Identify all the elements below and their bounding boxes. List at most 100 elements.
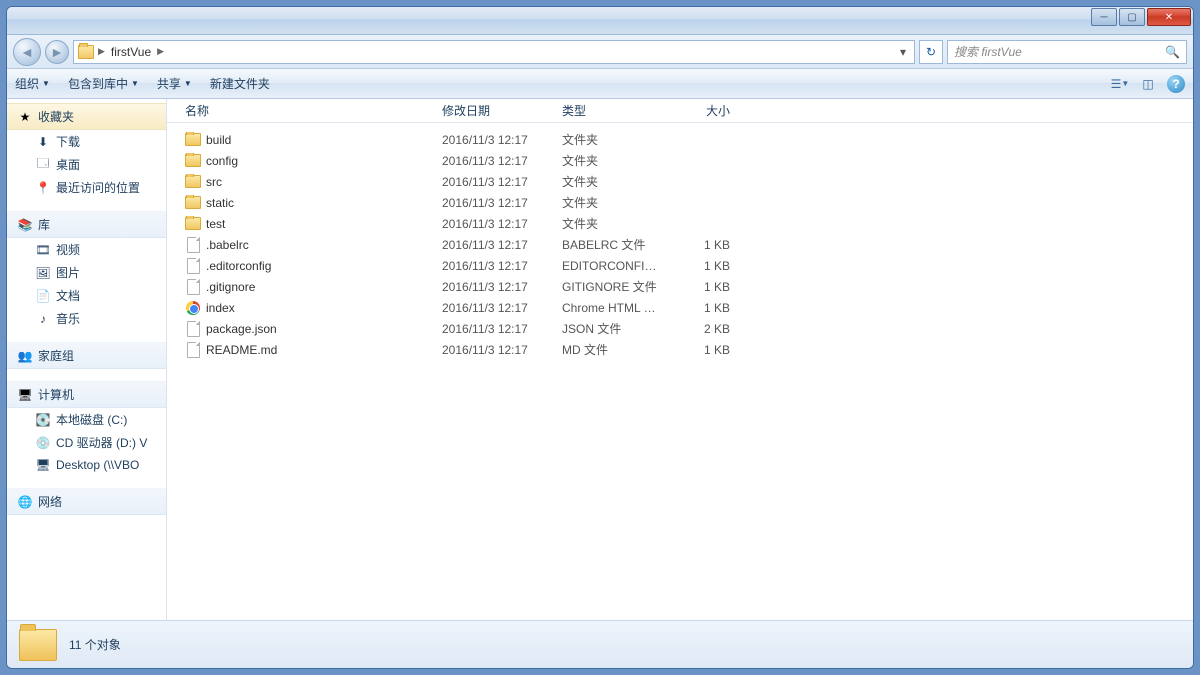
address-dropdown[interactable]: ▾ bbox=[896, 45, 910, 59]
sidebar-homegroup[interactable]: 👥 家庭组 bbox=[7, 342, 166, 369]
sidebar-libraries[interactable]: 📚 库 bbox=[7, 211, 166, 238]
file-name: test bbox=[177, 216, 434, 232]
file-list[interactable]: build 2016/11/3 12:17 文件夹 config 2016/11… bbox=[167, 123, 1193, 620]
include-menu[interactable]: 包含到库中▼ bbox=[68, 75, 139, 92]
file-date: 2016/11/3 12:17 bbox=[434, 322, 554, 336]
file-date: 2016/11/3 12:17 bbox=[434, 343, 554, 357]
file-row[interactable]: index 2016/11/3 12:17 Chrome HTML D... 1… bbox=[167, 297, 1193, 318]
file-name: static bbox=[177, 195, 434, 211]
file-date: 2016/11/3 12:17 bbox=[434, 217, 554, 231]
nav-icon: 💽 bbox=[35, 412, 51, 428]
sidebar-item[interactable]: 🎞视频 bbox=[7, 238, 166, 261]
folder-icon bbox=[185, 154, 201, 167]
file-name: src bbox=[177, 174, 434, 190]
sidebar-item[interactable]: 📄文档 bbox=[7, 284, 166, 307]
sidebar-favorites[interactable]: ★ 收藏夹 bbox=[7, 103, 166, 130]
file-icon bbox=[187, 258, 200, 274]
file-row[interactable]: test 2016/11/3 12:17 文件夹 bbox=[167, 213, 1193, 234]
address-bar[interactable]: ▶ firstVue ▶ ▾ bbox=[73, 40, 915, 64]
file-type: 文件夹 bbox=[554, 131, 668, 148]
sidebar-item[interactable]: 💿CD 驱动器 (D:) V bbox=[7, 431, 166, 454]
sidebar-item[interactable]: 💽本地磁盘 (C:) bbox=[7, 408, 166, 431]
file-date: 2016/11/3 12:17 bbox=[434, 196, 554, 210]
column-date[interactable]: 修改日期 bbox=[434, 102, 554, 119]
folder-icon bbox=[185, 217, 201, 230]
chevron-right-icon[interactable]: ▶ bbox=[98, 46, 105, 57]
breadcrumb-folder[interactable]: firstVue bbox=[109, 45, 153, 59]
sidebar-item[interactable]: 🖼图片 bbox=[7, 261, 166, 284]
maximize-button[interactable]: ▢ bbox=[1119, 8, 1145, 26]
column-headers: 名称 修改日期 类型 大小 bbox=[167, 99, 1193, 123]
file-row[interactable]: README.md 2016/11/3 12:17 MD 文件 1 KB bbox=[167, 339, 1193, 360]
file-type: EDITORCONFIG ... bbox=[554, 259, 668, 273]
file-row[interactable]: static 2016/11/3 12:17 文件夹 bbox=[167, 192, 1193, 213]
network-icon: 🌐 bbox=[17, 494, 33, 510]
file-size: 1 KB bbox=[668, 280, 738, 294]
search-icon: 🔍 bbox=[1165, 45, 1180, 59]
nav-icon: 🎞 bbox=[35, 242, 51, 258]
file-type: GITIGNORE 文件 bbox=[554, 278, 668, 295]
file-type: 文件夹 bbox=[554, 152, 668, 169]
file-row[interactable]: src 2016/11/3 12:17 文件夹 bbox=[167, 171, 1193, 192]
sidebar-item[interactable]: 🗔桌面 bbox=[7, 153, 166, 176]
file-type: JSON 文件 bbox=[554, 320, 668, 337]
address-row: ◄ ► ▶ firstVue ▶ ▾ ↻ 搜索 firstVue 🔍 bbox=[7, 35, 1193, 69]
column-type[interactable]: 类型 bbox=[554, 102, 668, 119]
file-name: .babelrc bbox=[177, 237, 434, 253]
file-row[interactable]: .gitignore 2016/11/3 12:17 GITIGNORE 文件 … bbox=[167, 276, 1193, 297]
navigation-pane[interactable]: ★ 收藏夹 ⬇下载🗔桌面📍最近访问的位置 📚 库 🎞视频🖼图片📄文档♪音乐 👥 … bbox=[7, 99, 167, 620]
file-type: MD 文件 bbox=[554, 341, 668, 358]
file-type: 文件夹 bbox=[554, 215, 668, 232]
titlebar[interactable]: ─ ▢ ✕ bbox=[7, 7, 1193, 35]
file-row[interactable]: build 2016/11/3 12:17 文件夹 bbox=[167, 129, 1193, 150]
column-size[interactable]: 大小 bbox=[668, 102, 738, 119]
file-name: .editorconfig bbox=[177, 258, 434, 274]
file-size: 1 KB bbox=[668, 259, 738, 273]
folder-icon bbox=[185, 175, 201, 188]
preview-pane-button[interactable]: ◫ bbox=[1139, 75, 1157, 93]
file-row[interactable]: config 2016/11/3 12:17 文件夹 bbox=[167, 150, 1193, 171]
share-menu[interactable]: 共享▼ bbox=[157, 75, 192, 92]
folder-icon bbox=[78, 45, 94, 59]
file-name: .gitignore bbox=[177, 279, 434, 295]
star-icon: ★ bbox=[17, 109, 33, 125]
sidebar-network[interactable]: 🌐 网络 bbox=[7, 488, 166, 515]
file-size: 2 KB bbox=[668, 322, 738, 336]
homegroup-icon: 👥 bbox=[17, 348, 33, 364]
file-size: 1 KB bbox=[668, 301, 738, 315]
file-date: 2016/11/3 12:17 bbox=[434, 280, 554, 294]
newfolder-button[interactable]: 新建文件夹 bbox=[210, 75, 270, 92]
minimize-button[interactable]: ─ bbox=[1091, 8, 1117, 26]
organize-menu[interactable]: 组织▼ bbox=[15, 75, 50, 92]
status-bar: 11 个对象 bbox=[7, 620, 1193, 668]
chevron-right-icon[interactable]: ▶ bbox=[157, 46, 164, 57]
nav-icon: 📍 bbox=[35, 180, 51, 196]
library-icon: 📚 bbox=[17, 217, 33, 233]
file-name: config bbox=[177, 153, 434, 169]
forward-button[interactable]: ► bbox=[45, 40, 69, 64]
file-size: 1 KB bbox=[668, 343, 738, 357]
file-row[interactable]: .editorconfig 2016/11/3 12:17 EDITORCONF… bbox=[167, 255, 1193, 276]
back-button[interactable]: ◄ bbox=[13, 38, 41, 66]
status-text: 11 个对象 bbox=[69, 636, 121, 653]
toolbar: 组织▼ 包含到库中▼ 共享▼ 新建文件夹 ☰ ▼ ◫ ? bbox=[7, 69, 1193, 99]
folder-icon bbox=[19, 629, 57, 661]
nav-icon: ♪ bbox=[35, 311, 51, 327]
sidebar-item[interactable]: ♪音乐 bbox=[7, 307, 166, 330]
sidebar-item[interactable]: 🖥Desktop (\\VBO bbox=[7, 454, 166, 476]
view-options-button[interactable]: ☰ ▼ bbox=[1111, 75, 1129, 93]
file-type: 文件夹 bbox=[554, 194, 668, 211]
search-input[interactable]: 搜索 firstVue 🔍 bbox=[947, 40, 1187, 64]
body-area: ★ 收藏夹 ⬇下载🗔桌面📍最近访问的位置 📚 库 🎞视频🖼图片📄文档♪音乐 👥 … bbox=[7, 99, 1193, 620]
computer-icon: 🖥 bbox=[17, 387, 33, 403]
column-name[interactable]: 名称 bbox=[177, 102, 434, 119]
file-name: index bbox=[177, 300, 434, 316]
sidebar-item[interactable]: ⬇下载 bbox=[7, 130, 166, 153]
sidebar-item[interactable]: 📍最近访问的位置 bbox=[7, 176, 166, 199]
file-row[interactable]: package.json 2016/11/3 12:17 JSON 文件 2 K… bbox=[167, 318, 1193, 339]
file-row[interactable]: .babelrc 2016/11/3 12:17 BABELRC 文件 1 KB bbox=[167, 234, 1193, 255]
refresh-button[interactable]: ↻ bbox=[919, 40, 943, 64]
help-icon[interactable]: ? bbox=[1167, 75, 1185, 93]
sidebar-computer[interactable]: 🖥 计算机 bbox=[7, 381, 166, 408]
close-button[interactable]: ✕ bbox=[1147, 8, 1191, 26]
